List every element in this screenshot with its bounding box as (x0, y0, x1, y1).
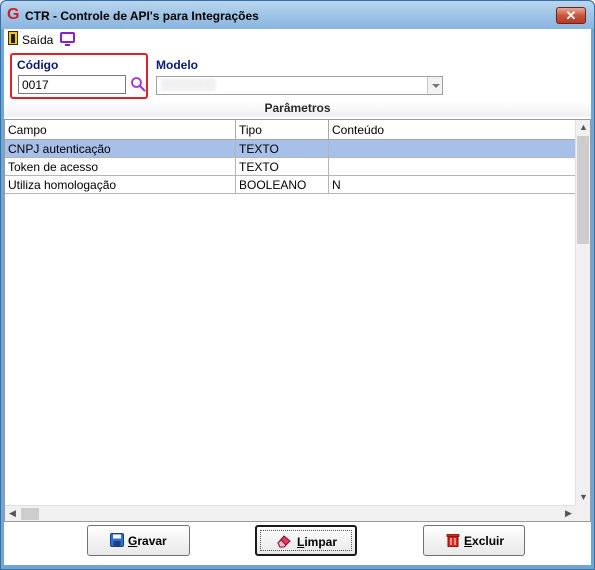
codigo-label: Código (17, 58, 59, 72)
app-logo-icon: G (7, 6, 20, 23)
chevron-down-icon[interactable] (427, 77, 442, 94)
parametros-grid: Campo Tipo Conteúdo CNPJ autenticação TE… (4, 119, 591, 522)
door-exit-icon[interactable] (8, 31, 18, 45)
table-row[interactable]: Token de acesso TEXTO (5, 158, 576, 176)
gravar-button[interactable]: Gravar (87, 525, 190, 556)
excluir-label: xcluir (472, 534, 505, 548)
limpar-label: impar (304, 535, 338, 549)
trash-icon (446, 534, 460, 547)
vertical-scroll-thumb[interactable] (577, 136, 589, 244)
modelo-value: ▒▒▒▒▒▒▒ (161, 79, 216, 91)
app-window: G CTR - Controle de API's para Integraçõ… (0, 0, 595, 570)
scroll-right-icon[interactable]: ▶ (561, 506, 576, 521)
column-header-conteudo[interactable]: Conteúdo (329, 120, 576, 139)
window-title: CTR - Controle de API's para Integrações (25, 9, 259, 23)
limpar-button[interactable]: Limpar (255, 525, 357, 556)
cell-tipo[interactable]: TEXTO (236, 140, 329, 158)
horizontal-scrollbar[interactable]: ◀ ▶ (5, 505, 576, 521)
cell-conteudo[interactable] (329, 140, 576, 158)
scroll-left-icon[interactable]: ◀ (5, 506, 20, 521)
cell-campo[interactable]: Token de acesso (5, 158, 236, 176)
toolbar: Saída (4, 29, 591, 49)
cell-tipo[interactable]: BOOLEANO (236, 176, 329, 194)
grid-header: Campo Tipo Conteúdo (5, 120, 576, 140)
monitor-icon[interactable] (60, 32, 75, 46)
vertical-scrollbar[interactable]: ▲ ▼ (575, 120, 590, 505)
table-row[interactable]: Utiliza homologação BOOLEANO N (5, 176, 576, 194)
horizontal-scroll-thumb[interactable] (21, 508, 39, 520)
gravar-mnemonic: G (128, 534, 138, 548)
title-bar[interactable]: G CTR - Controle de API's para Integraçõ… (1, 1, 594, 29)
cell-tipo[interactable]: TEXTO (236, 158, 329, 176)
exit-label[interactable]: Saída (22, 33, 53, 47)
excluir-button[interactable]: Excluir (423, 525, 525, 556)
column-header-tipo[interactable]: Tipo (236, 120, 329, 139)
close-button[interactable]: ✕ (556, 7, 586, 24)
cell-campo[interactable]: CNPJ autenticação (5, 140, 236, 158)
client-area: Saída Código Modelo ▒▒▒▒▒▒▒ Parâmetros C… (4, 29, 591, 565)
cell-conteudo[interactable] (329, 158, 576, 176)
gravar-label: ravar (137, 534, 167, 548)
cell-campo[interactable]: Utiliza homologação (5, 176, 236, 194)
cell-conteudo[interactable]: N (329, 176, 576, 194)
scroll-corner (575, 505, 590, 521)
modelo-select[interactable]: ▒▒▒▒▒▒▒ (156, 76, 443, 95)
codigo-group: Código (10, 53, 148, 99)
eraser-icon (277, 535, 291, 548)
save-icon (110, 533, 124, 547)
magnifier-icon[interactable] (130, 76, 146, 92)
parametros-title: Parâmetros (4, 101, 591, 117)
scroll-up-icon[interactable]: ▲ (576, 120, 591, 135)
scroll-down-icon[interactable]: ▼ (576, 490, 591, 505)
codigo-input[interactable] (18, 75, 126, 94)
modelo-label: Modelo (156, 58, 198, 72)
excluir-mnemonic: E (464, 534, 473, 548)
column-header-campo[interactable]: Campo (5, 120, 236, 139)
table-row[interactable]: CNPJ autenticação TEXTO (5, 140, 576, 158)
